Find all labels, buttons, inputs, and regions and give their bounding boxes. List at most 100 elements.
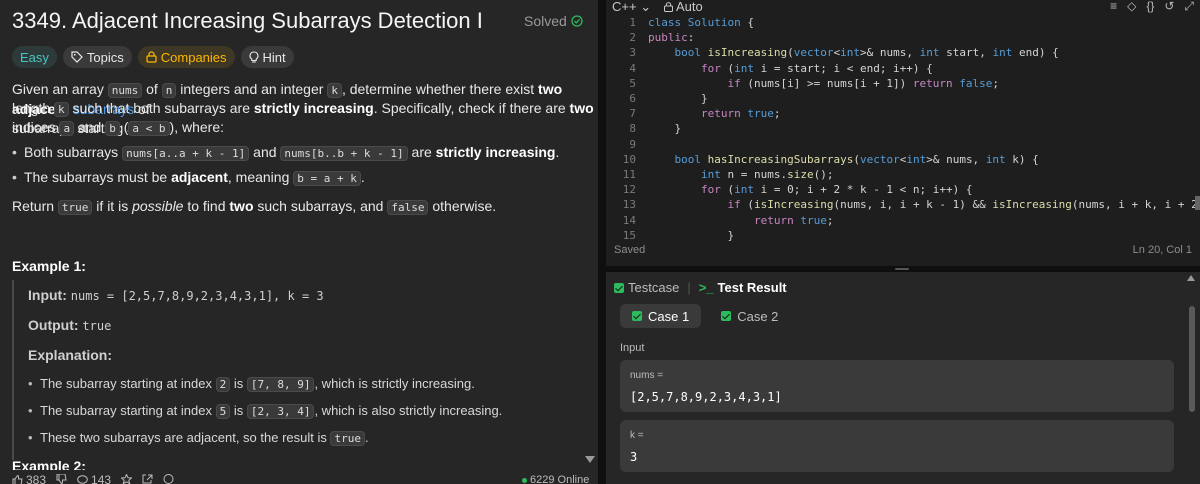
reset-icon[interactable]: ↺ — [1164, 0, 1174, 14]
code-line[interactable]: 8 } — [606, 122, 1200, 137]
test-tabs: Testcase | >_ Test Result — [614, 280, 787, 295]
share-button[interactable] — [142, 473, 153, 484]
code-line[interactable]: 10 bool hasIncreasingSubarrays(vector<in… — [606, 153, 1200, 168]
code-line[interactable]: 7 return true; — [606, 107, 1200, 122]
terminal-icon: >_ — [698, 280, 714, 295]
problem-title: 3349. Adjacent Increasing Subarrays Dete… — [12, 8, 483, 33]
lightbulb-icon — [249, 51, 259, 63]
solved-label: Solved — [524, 13, 567, 29]
tab-separator: | — [687, 280, 691, 295]
explanation-bullet-3: These two subarrays are adjacent, so the… — [28, 430, 369, 446]
bookmark-icon[interactable]: ◇ — [1127, 0, 1136, 14]
field-name: k = — [630, 430, 644, 441]
return-statement: Return true if it is possible to find tw… — [12, 198, 497, 215]
example-1-title: Example 1: — [12, 258, 86, 274]
code-line[interactable]: 13 if (isIncreasing(nums, i, i + k - 1) … — [606, 198, 1200, 213]
code-line[interactable]: 11 int n = nums.size(); — [606, 168, 1200, 183]
results-scrollbar[interactable] — [1189, 306, 1195, 412]
panel-divider[interactable] — [598, 0, 606, 484]
line-number: 7 — [629, 107, 636, 121]
comments-button[interactable]: 143 — [77, 473, 111, 484]
test-panel: Testcase | >_ Test Result Case 1 Case 2 … — [606, 272, 1200, 484]
code-text: class Solution { — [648, 16, 754, 29]
code-editor[interactable]: C++ ⌄ Auto ≡ ◇ {} ↺ ⤢ 1 class Solution { 2… — [606, 0, 1200, 266]
scroll-up-icon[interactable] — [1187, 275, 1195, 281]
chevron-down-icon: ⌄ — [640, 0, 652, 14]
line-number: 1 — [629, 16, 636, 29]
input-field-k[interactable]: k = 3 — [620, 420, 1174, 472]
language-selector[interactable]: C++ ⌄ — [612, 0, 651, 15]
help-button[interactable] — [163, 473, 174, 484]
companies-label: Companies — [160, 49, 227, 65]
comment-icon — [77, 475, 88, 484]
code-line[interactable]: 1 class Solution { — [606, 16, 1200, 31]
inline-code: b = a + k — [293, 171, 361, 186]
code-text: for (int i = start; i < end; i++) { — [700, 61, 933, 75]
line-number: 9 — [629, 137, 636, 151]
code-line[interactable]: 4 for (int i = start; i < end; i++) { — [606, 62, 1200, 77]
inline-code: a < b — [128, 121, 170, 136]
dislike-button[interactable] — [56, 473, 67, 484]
input-label: Input — [620, 342, 645, 354]
share-icon — [142, 474, 153, 484]
check-icon — [721, 311, 732, 321]
case-2-tab[interactable]: Case 2 — [709, 304, 790, 328]
tab-test-result[interactable]: >_ Test Result — [699, 280, 787, 295]
difficulty-label: Easy — [20, 49, 49, 65]
braces-icon[interactable]: {} — [1146, 0, 1154, 14]
code-text: } — [648, 92, 708, 105]
favorite-button[interactable] — [120, 473, 133, 484]
topics-tag[interactable]: Topics — [62, 46, 132, 68]
check-icon — [632, 311, 642, 321]
line-number: 15 — [622, 228, 636, 242]
line-number: 5 — [629, 76, 636, 90]
code-line[interactable]: 3 bool isIncreasing(vector<int>& nums, i… — [606, 46, 1200, 61]
like-button[interactable]: 383 — [12, 473, 46, 484]
format-icon[interactable]: ≡ — [1110, 0, 1117, 14]
companies-tag[interactable]: Companies — [137, 46, 235, 68]
line-number: 13 — [622, 198, 636, 212]
code-line[interactable]: 9 — [606, 138, 1200, 153]
hint-tag[interactable]: Hint — [240, 46, 294, 68]
line-number: 11 — [622, 168, 636, 181]
case-tabs: Case 1 Case 2 — [620, 304, 790, 328]
cursor-position: Ln 20, Col 1 — [1132, 244, 1192, 256]
input-field-nums[interactable]: nums = [2,5,7,8,9,2,3,4,3,1] — [620, 360, 1174, 412]
scroll-down-icon[interactable] — [585, 456, 595, 463]
code-line[interactable]: 2 public: — [606, 31, 1200, 46]
difficulty-tag[interactable]: Easy — [12, 46, 57, 68]
inline-code: k — [327, 83, 342, 98]
description-line-3: indices a and b (a < b), where: — [12, 119, 225, 136]
star-icon — [120, 473, 133, 484]
tag-row: Easy Topics Companies Hint — [12, 46, 294, 68]
code-line[interactable]: 6 } — [606, 92, 1200, 107]
code-text: } — [648, 228, 735, 242]
lock-icon — [146, 51, 157, 63]
tab-testcase[interactable]: Testcase — [614, 280, 679, 295]
code-line[interactable]: 12 for (int i = 0; i + 2 * k - 1 < n; i+… — [606, 183, 1200, 198]
case-1-tab[interactable]: Case 1 — [620, 304, 702, 328]
editor-scrollbar[interactable] — [1195, 196, 1200, 210]
inline-code: k — [54, 102, 69, 117]
code-line[interactable]: 5 if (nums[i] >= nums[i + 1]) return fal… — [606, 77, 1200, 92]
online-dot-icon — [522, 477, 527, 483]
line-number: 12 — [622, 183, 636, 197]
editor-toolbar: C++ ⌄ Auto ≡ ◇ {} ↺ ⤢ — [606, 0, 1200, 14]
line-number: 6 — [629, 92, 636, 105]
fullscreen-icon[interactable]: ⤢ — [1184, 0, 1194, 14]
thumbs-down-icon — [56, 473, 67, 484]
example-1-block: Input: nums = [2,5,7,8,9,2,3,4,3,1], k =… — [12, 280, 572, 460]
line-number: 2 — [629, 31, 636, 45]
inline-code: a — [59, 121, 75, 136]
thumbs-up-icon — [12, 475, 23, 484]
code-line[interactable]: 15 } — [606, 229, 1200, 244]
auto-mode[interactable]: Auto — [664, 0, 703, 14]
code-text: int n = nums.size(); — [700, 168, 834, 181]
constraint-bullet-1: Both subarrays nums[a..a + k - 1] and nu… — [12, 144, 559, 161]
panel-resize-handle[interactable] — [895, 268, 909, 270]
code-text: if (isIncreasing(nums, i, i + k - 1) && … — [727, 198, 1197, 212]
topics-label: Topics — [86, 49, 124, 65]
footer-actions: 383 143 — [12, 473, 174, 484]
code-line[interactable]: 14 return true; — [606, 214, 1200, 229]
line-number: 10 — [622, 152, 636, 166]
